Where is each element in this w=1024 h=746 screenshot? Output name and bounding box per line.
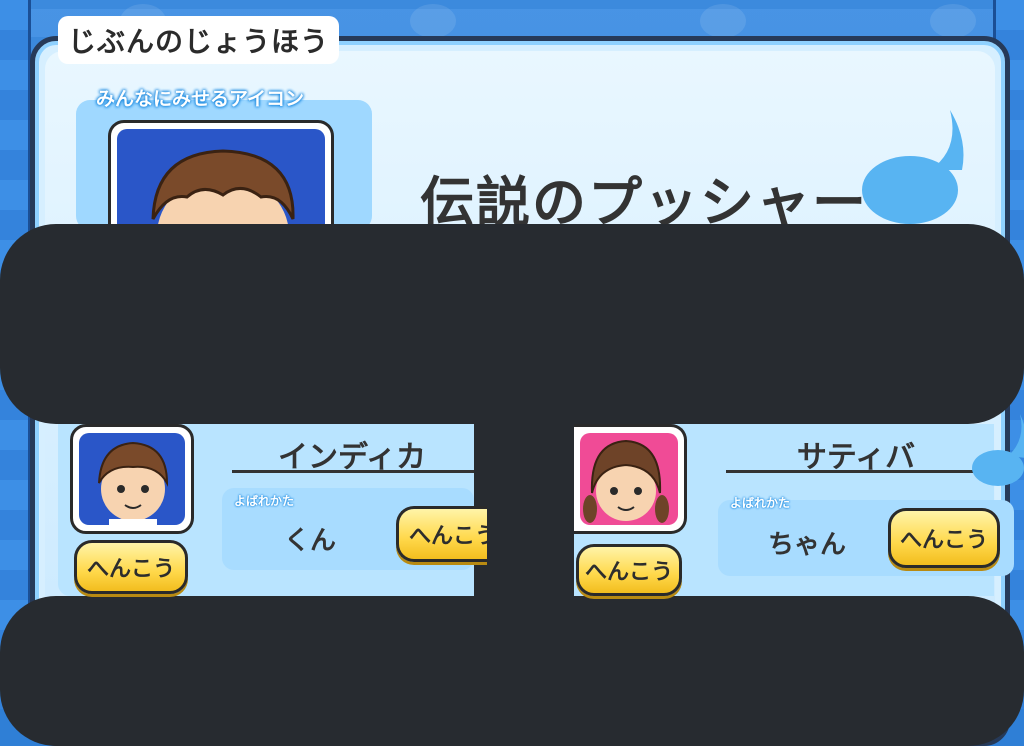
call-style-value-left: くん: [284, 526, 337, 556]
change-call-button-right[interactable]: へんこう: [888, 508, 1000, 568]
character-avatar-boy[interactable]: [70, 424, 194, 534]
name-underline-left: [232, 470, 474, 473]
boy-face-icon: [98, 441, 169, 531]
character-avatar-girl[interactable]: [574, 424, 687, 534]
change-call-button-left[interactable]: へんこう: [396, 506, 487, 562]
redaction-bar-top: [0, 224, 1024, 424]
call-style-caption-left: よばれかた: [234, 494, 295, 508]
change-icon-button-left[interactable]: へんこう: [74, 540, 188, 594]
section-title: じぶんのじょうほう: [58, 16, 340, 64]
call-style-value-right: ちゃん: [768, 530, 847, 560]
ghost-emblem-small-icon: [972, 414, 1024, 486]
redaction-bar-bottom: [0, 596, 1024, 746]
name-underline-right: [726, 470, 988, 473]
change-icon-button-right[interactable]: へんこう: [576, 544, 682, 596]
girl-face-icon: [583, 439, 669, 523]
redaction-bar-center: [474, 410, 574, 610]
call-style-caption-right: よばれかた: [730, 496, 791, 510]
ghost-emblem-icon: [862, 110, 964, 224]
public-icon-caption: みんなにみせるアイコン: [96, 88, 305, 110]
